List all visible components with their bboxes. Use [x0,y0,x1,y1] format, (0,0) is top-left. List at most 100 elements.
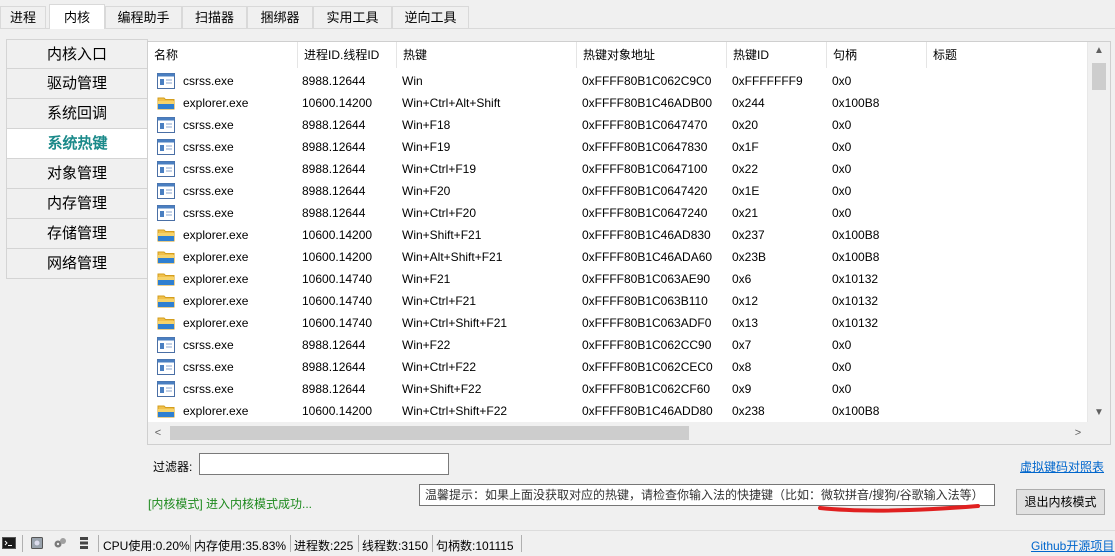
table-row[interactable]: explorer.exe 10600.14740 Win+Ctrl+Shift+F2… [148,312,1088,334]
server-stack-icon[interactable] [77,536,91,550]
cell-handle: 0x10132 [832,316,879,330]
cpu-usage: CPU使用:0.20% [103,539,190,553]
column-header-handle[interactable]: 句柄 [827,42,927,68]
status-separator [432,535,433,552]
memory-usage: 内存使用:35.83% [194,539,287,553]
nav-system-callbacks[interactable]: 系统回调 [6,99,148,129]
scroll-down-arrow-icon[interactable]: ▼ [1088,404,1110,422]
tab-reverse-tools[interactable]: 逆向工具 [392,6,469,28]
tab-binder[interactable]: 捆绑器 [247,6,313,28]
table-row[interactable]: csrss.exe 8988.12644 Win+Ctrl+F20 0xFFFF80B… [148,202,1088,224]
table-row[interactable]: explorer.exe 10600.14200 Win+Alt+Shift+F21… [148,246,1088,268]
tab-process[interactable]: 进程 [0,6,46,28]
handle-count: 句柄数:101115 [436,539,514,553]
nav-network-management[interactable]: 网络管理 [6,249,148,279]
process-count: 进程数:225 [294,539,354,553]
cell-hotkey-id: 0x237 [732,228,765,242]
nav-storage-management[interactable]: 存储管理 [6,219,148,249]
cell-hotkey-address: 0xFFFF80B1C46ADA60 [582,250,713,264]
cell-hotkey-address: 0xFFFF80B1C0647240 [582,206,708,220]
csrss-app-icon [157,139,175,155]
tab-utilities[interactable]: 实用工具 [313,6,392,28]
nav-driver-management[interactable]: 驱动管理 [6,69,148,99]
tab-kernel[interactable]: 内核 [49,4,105,29]
scroll-up-arrow-icon[interactable]: ▲ [1088,42,1110,60]
cell-pid-tid: 10600.14740 [302,272,373,286]
cell-pid-tid: 10600.14200 [302,250,373,264]
column-header-hotkey-address[interactable]: 热键对象地址 [577,42,727,68]
cell-name: explorer.exe [183,272,249,286]
column-header-name[interactable]: 名称 [148,42,298,68]
cell-handle: 0x10132 [832,294,879,308]
table-row[interactable]: explorer.exe 10600.14740 Win+Ctrl+F21 0xFFF… [148,290,1088,312]
status-separator [98,535,99,552]
explorer-folder-icon [157,403,175,419]
cell-pid-tid: 8988.12644 [302,162,366,176]
cell-name: explorer.exe [183,294,249,308]
column-header-hotkey[interactable]: 热键 [397,42,577,68]
cell-hotkey: Win+Alt+Shift+F21 [402,250,503,264]
cell-hotkey-id: 0x1E [732,184,760,198]
cell-hotkey-id: 0x238 [732,404,765,418]
cell-name: explorer.exe [183,228,249,242]
table-row[interactable]: csrss.exe 8988.12644 Win+F20 0xFFFF80B1C064… [148,180,1088,202]
nav-kernel-entry[interactable]: 内核入口 [6,39,148,69]
explorer-folder-icon [157,271,175,287]
table-row[interactable]: csrss.exe 8988.12644 Win+Ctrl+F19 0xFFFF80B… [148,158,1088,180]
status-separator [290,535,291,552]
cell-hotkey-address: 0xFFFF80B1C062CF60 [582,382,711,396]
cell-handle: 0x0 [832,162,852,176]
horizontal-scroll-thumb[interactable] [170,426,689,440]
table-row[interactable]: explorer.exe 10600.14200 Win+Ctrl+Shift+F2… [148,400,1088,422]
vertical-scroll-thumb[interactable] [1092,63,1106,90]
cell-name: csrss.exe [183,338,234,352]
thread-count: 线程数:3150 [362,539,429,553]
table-row[interactable]: csrss.exe 8988.12644 Win+F19 0xFFFF80B1C064… [148,136,1088,158]
table-row[interactable]: csrss.exe 8988.12644 Win+Shift+F22 0xFFFF80… [148,378,1088,400]
horizontal-scrollbar[interactable]: < > [148,422,1088,444]
scrollbar-corner [1088,422,1110,444]
cell-hotkey-address: 0xFFFF80B1C063AE90 [582,272,711,286]
github-project-link[interactable]: Github开源项目 [1031,537,1114,554]
table-row[interactable]: csrss.exe 8988.12644 Win+F18 0xFFFF80B1C064… [148,114,1088,136]
status-separator [521,535,522,552]
cell-pid-tid: 10600.14200 [302,228,373,242]
table-row[interactable]: csrss.exe 8988.12644 Win 0xFFFF80B1C062C9C0… [148,70,1088,92]
cell-name: csrss.exe [183,162,234,176]
top-tab-bar: 进程 内核 编程助手 扫描器 捆绑器 实用工具 逆向工具 [0,4,1115,29]
cell-handle: 0x0 [832,338,852,352]
tab-programming-assistant[interactable]: 编程助手 [105,6,182,28]
scroll-right-arrow-icon[interactable]: > [1068,422,1088,444]
cell-hotkey-id: 0x1F [732,140,759,154]
column-header-title[interactable]: 标题 [927,42,1088,68]
settings-gears-icon[interactable] [53,536,67,550]
table-row[interactable]: explorer.exe 10600.14200 Win+Shift+F21 0xFF… [148,224,1088,246]
nav-memory-management[interactable]: 内存管理 [6,189,148,219]
column-header-pid-tid[interactable]: 进程ID.线程ID [298,42,397,68]
scroll-left-arrow-icon[interactable]: < [148,422,168,444]
cell-hotkey-address: 0xFFFF80B1C0647420 [582,184,708,198]
vertical-scrollbar[interactable]: ▲ ▼ [1087,42,1110,422]
table-row[interactable]: explorer.exe 10600.14200 Win+Ctrl+Alt+Shif… [148,92,1088,114]
filter-input[interactable] [199,453,449,475]
nav-object-management[interactable]: 对象管理 [6,159,148,189]
disk-icon[interactable] [30,536,44,550]
table-row[interactable]: explorer.exe 10600.14740 Win+F21 0xFFFF80B1… [148,268,1088,290]
cell-name: csrss.exe [183,382,234,396]
cell-pid-tid: 10600.14740 [302,294,373,308]
table-row[interactable]: csrss.exe 8988.12644 Win+F22 0xFFFF80B1C062… [148,334,1088,356]
tab-scanner[interactable]: 扫描器 [182,6,247,28]
nav-system-hotkeys[interactable]: 系统热键 [6,129,148,159]
csrss-app-icon [157,117,175,133]
table-row[interactable]: csrss.exe 8988.12644 Win+Ctrl+F22 0xFFFF80B… [148,356,1088,378]
cell-name: csrss.exe [183,118,234,132]
column-header-hotkey-id[interactable]: 热键ID [727,42,827,68]
cell-hotkey: Win+F19 [402,140,451,154]
cell-hotkey: Win+Ctrl+Shift+F22 [402,404,508,418]
terminal-icon[interactable] [2,536,16,550]
cell-hotkey-address: 0xFFFF80B1C0647830 [582,140,708,154]
hotkey-list-view[interactable]: 名称 进程ID.线程ID 热键 热键对象地址 热键ID 句柄 标题 csrss.… [147,41,1111,445]
virtual-keycode-table-link[interactable]: 虚拟键码对照表 [1020,458,1104,475]
cell-hotkey-id: 0x8 [732,360,752,374]
exit-kernel-mode-button[interactable]: 退出内核模式 [1016,489,1105,515]
